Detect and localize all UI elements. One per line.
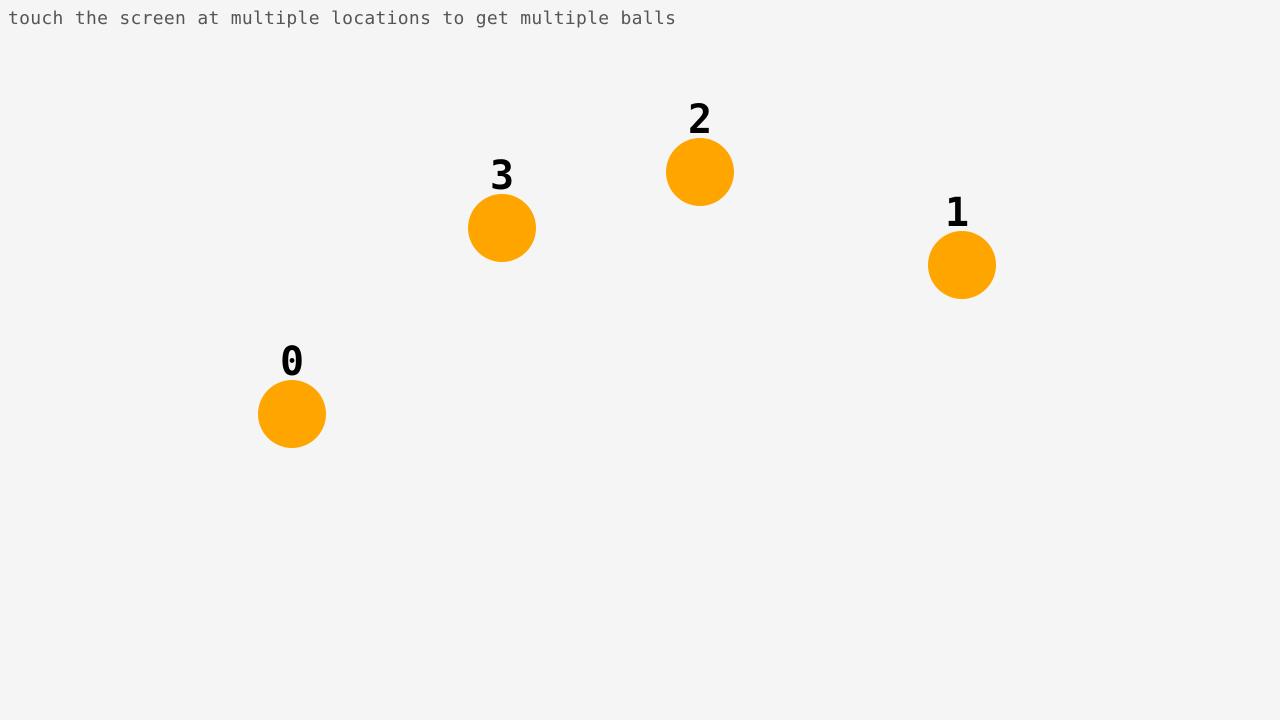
ball-label: 0 [279, 339, 305, 385]
ball-label: 3 [489, 153, 515, 199]
ball-label: 1 [944, 190, 970, 236]
ball-label: 2 [687, 97, 713, 143]
instruction-text: touch the screen at multiple locations t… [8, 8, 677, 29]
ball[interactable] [928, 231, 996, 299]
touch-canvas[interactable]: touch the screen at multiple locations t… [0, 0, 1280, 720]
ball[interactable] [468, 194, 536, 262]
ball[interactable] [258, 380, 326, 448]
ball[interactable] [666, 138, 734, 206]
